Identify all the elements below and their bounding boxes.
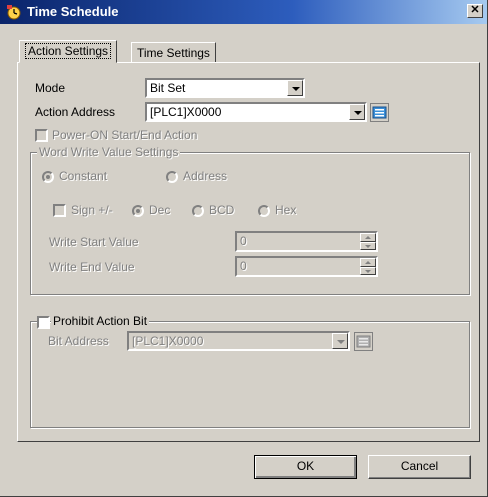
- word-write-group: Word Write Value Settings Constant Addre…: [30, 145, 470, 295]
- word-write-group-title: Word Write Value Settings: [37, 145, 181, 159]
- prohibit-action-label: Prohibit Action Bit: [51, 314, 150, 328]
- address-book-icon[interactable]: [354, 332, 373, 351]
- bit-address-label: Bit Address: [48, 334, 109, 348]
- time-schedule-icon: [7, 5, 21, 20]
- sign-checkbox[interactable]: [53, 204, 66, 217]
- spin-up-icon[interactable]: [360, 233, 376, 242]
- bit-address-select[interactable]: [PLC1]X0000: [127, 331, 350, 351]
- tab-action-settings-label: Action Settings: [25, 43, 112, 59]
- sign-label: Sign +/-: [71, 203, 113, 217]
- ok-button[interactable]: OK: [254, 455, 357, 479]
- write-end-value: 0: [240, 259, 247, 273]
- write-start-label: Write Start Value: [49, 235, 139, 249]
- window-title: Time Schedule: [27, 4, 119, 19]
- power-on-checkbox[interactable]: [35, 129, 48, 142]
- action-address-select[interactable]: [PLC1]X0000: [145, 102, 367, 122]
- mode-label: Mode: [35, 81, 66, 95]
- spin-up-icon[interactable]: [360, 258, 376, 267]
- write-end-spinner[interactable]: [360, 258, 376, 275]
- tab-time-settings[interactable]: Time Settings: [131, 42, 216, 63]
- time-schedule-dialog: Time Schedule ✕ Action Settings Time Set…: [0, 0, 488, 497]
- tab-time-settings-label: Time Settings: [137, 46, 210, 60]
- bcd-label: BCD: [209, 203, 235, 217]
- title-bar[interactable]: Time Schedule ✕: [0, 0, 487, 24]
- close-button[interactable]: ✕: [467, 4, 483, 18]
- dec-label: Dec: [149, 203, 171, 217]
- prohibit-action-checkbox[interactable]: [37, 316, 50, 329]
- constant-radio[interactable]: [42, 171, 54, 183]
- address-label: Address: [183, 169, 228, 183]
- tab-action-settings[interactable]: Action Settings: [19, 40, 118, 63]
- write-start-input[interactable]: 0: [235, 231, 378, 252]
- chevron-down-icon[interactable]: [332, 333, 348, 349]
- power-on-label: Power-ON Start/End Action: [52, 128, 198, 142]
- write-end-label: Write End Value: [49, 260, 135, 274]
- action-address-label: Action Address: [35, 105, 116, 119]
- mode-value: Bit Set: [150, 81, 186, 95]
- address-radio[interactable]: [166, 171, 178, 183]
- spin-down-icon[interactable]: [360, 241, 376, 250]
- bit-address-value: [PLC1]X0000: [132, 334, 204, 348]
- write-end-input[interactable]: 0: [235, 256, 378, 277]
- prohibit-action-group: Prohibit Action Bit Bit Address [PLC1]X0…: [30, 314, 470, 428]
- hex-radio[interactable]: [258, 205, 270, 217]
- action-settings-panel: Mode Bit Set Action Address [PLC1]X0000 …: [17, 62, 480, 442]
- dec-radio[interactable]: [132, 205, 144, 217]
- spin-down-icon[interactable]: [360, 266, 376, 275]
- constant-label: Constant: [59, 169, 108, 183]
- action-address-value: [PLC1]X0000: [150, 105, 222, 119]
- address-book-icon[interactable]: [370, 103, 389, 122]
- bcd-radio[interactable]: [192, 205, 204, 217]
- chevron-down-icon[interactable]: [287, 80, 303, 96]
- write-start-spinner[interactable]: [360, 233, 376, 250]
- mode-select[interactable]: Bit Set: [145, 78, 305, 98]
- chevron-down-icon[interactable]: [349, 104, 365, 120]
- hex-label: Hex: [275, 203, 297, 217]
- write-start-value: 0: [240, 234, 247, 248]
- cancel-button[interactable]: Cancel: [368, 455, 471, 479]
